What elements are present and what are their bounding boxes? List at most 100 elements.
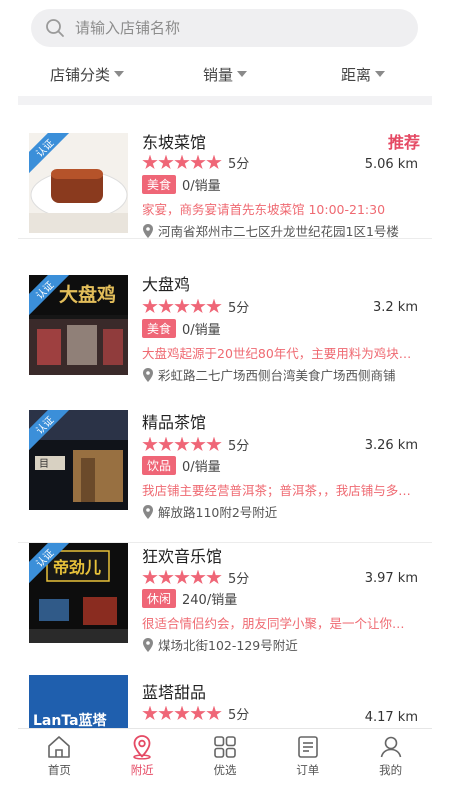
tag-row: 饮品 0/销量	[142, 456, 221, 475]
store-description: 我店铺主要经营普洱茶；普洱茶，，我店铺与多…	[142, 483, 411, 498]
tab-nearby[interactable]: 附近	[101, 729, 184, 783]
tag-row: 美食 0/销量	[142, 175, 221, 194]
store-address: 彩虹路二七广场西侧台湾美食广场西侧商铺	[142, 365, 414, 384]
star-icon	[206, 569, 222, 585]
chevron-down-icon	[237, 71, 247, 77]
store-distance: 3.26 km	[364, 438, 418, 453]
order-icon	[297, 736, 318, 758]
tab-nearby-label: 附近	[130, 763, 154, 777]
category-tag: 休闲	[142, 589, 177, 608]
sign-text: 大盘鸡	[59, 283, 116, 306]
location-pin-icon	[143, 504, 153, 519]
section-divider	[18, 96, 432, 105]
screen: 店铺分类 销量 距离 认证 东坡菜馆 推荐 5分 5.06 km	[18, 0, 432, 800]
filter-sales[interactable]: 销量	[156, 56, 294, 92]
rating-stars: 5分	[142, 435, 249, 454]
search-icon	[46, 19, 64, 37]
store-thumbnail: 认证	[29, 133, 128, 233]
location-pin-icon	[143, 637, 153, 652]
chevron-down-icon	[114, 71, 124, 77]
rating-score: 5分	[228, 708, 250, 723]
store-name: 狂欢音乐馆	[142, 547, 223, 566]
star-icon	[190, 154, 206, 170]
star-icon	[190, 436, 206, 452]
chevron-down-icon	[375, 71, 385, 77]
store-card[interactable]: LanTa蓝塔 蓝塔甜品 5分 4.17 km	[18, 675, 432, 728]
store-card[interactable]: 大盘鸡 认证 大盘鸡 5分 3.2 km 美食 0/销量 大盘鸡起源于20世纪8…	[18, 239, 432, 383]
sales-count: 0/销量	[182, 323, 221, 338]
star-icon	[206, 154, 222, 170]
star-icon	[158, 569, 174, 585]
sales-count: 240/销量	[182, 593, 238, 608]
star-icon	[142, 154, 158, 170]
star-icon	[174, 436, 190, 452]
star-icon	[206, 705, 222, 721]
category-tag: 美食	[142, 175, 177, 194]
store-name: 东坡菜馆	[142, 133, 207, 152]
tag-row: 休闲 240/销量	[142, 589, 237, 608]
store-list: 认证 东坡菜馆 推荐 5分 5.06 km 美食 0/销量 家宴，商务宴请首先东…	[18, 105, 432, 728]
filter-category[interactable]: 店铺分类	[18, 56, 156, 92]
search-input[interactable]	[75, 19, 395, 37]
store-card[interactable]: 认证 东坡菜馆 推荐 5分 5.06 km 美食 0/销量 家宴，商务宴请首先东…	[18, 105, 432, 239]
category-tag: 饮品	[142, 456, 177, 475]
tab-profile-label: 我的	[379, 763, 403, 777]
store-card[interactable]: 目 认证 精品茶馆 5分 3.26 km 饮品 0/销量 我店铺主要经营普洱茶；…	[18, 396, 432, 543]
home-icon	[48, 736, 71, 758]
tab-profile[interactable]: 我的	[349, 729, 432, 783]
location-icon	[133, 735, 151, 760]
star-icon	[190, 298, 206, 314]
store-thumbnail: 帝劲儿 认证	[29, 543, 128, 643]
sales-count: 0/销量	[182, 460, 221, 475]
recommend-badge: 推荐	[387, 133, 420, 152]
filter-distance[interactable]: 距离	[294, 56, 432, 92]
address-text: 彩虹路二七广场西侧台湾美食广场西侧商铺	[158, 368, 396, 383]
filter-distance-label: 距离	[340, 65, 371, 84]
store-address: 煤场北街102-129号附近	[142, 635, 414, 654]
rating-score: 5分	[228, 572, 250, 587]
store-thumbnail: 目 认证	[29, 410, 128, 510]
logo-text: LanTa蓝塔	[33, 712, 108, 728]
grid-icon	[214, 736, 236, 758]
rating-score: 5分	[228, 439, 250, 454]
store-address: 解放路110附2号附近	[142, 502, 414, 521]
star-icon	[174, 569, 190, 585]
star-icon	[158, 154, 174, 170]
home-indicator-area	[18, 783, 432, 800]
filter-category-label: 店铺分类	[49, 65, 110, 84]
address-text: 解放路110附2号附近	[158, 505, 278, 520]
tab-orders-label: 订单	[296, 763, 320, 777]
sales-count: 0/销量	[182, 179, 221, 194]
user-icon	[380, 736, 401, 758]
star-icon	[158, 705, 174, 721]
star-icon	[206, 436, 222, 452]
rating-score: 5分	[228, 301, 250, 316]
store-distance: 4.17 km	[364, 710, 418, 725]
store-name: 蓝塔甜品	[142, 683, 207, 702]
star-icon	[142, 436, 158, 452]
tab-home[interactable]: 首页	[18, 729, 101, 783]
star-icon	[142, 705, 158, 721]
star-icon	[206, 298, 222, 314]
store-name: 精品茶馆	[142, 413, 207, 432]
star-icon	[190, 569, 206, 585]
star-icon	[190, 705, 206, 721]
tag-row: 美食 0/销量	[142, 319, 221, 338]
star-icon	[174, 705, 190, 721]
search-bar[interactable]	[31, 9, 418, 47]
star-icon	[174, 154, 190, 170]
store-card[interactable]: 帝劲儿 认证 狂欢音乐馆 5分 3.97 km 休闲 240/销量 很适合情侣约…	[18, 543, 432, 677]
store-distance: 3.97 km	[364, 571, 418, 586]
rating-stars: 5分	[142, 704, 249, 723]
star-icon	[174, 298, 190, 314]
location-pin-icon	[143, 367, 153, 382]
store-distance: 3.2 km	[373, 300, 418, 315]
filter-sales-label: 销量	[202, 65, 233, 84]
store-description: 大盘鸡起源于20世纪80年代，主要用料为鸡块…	[142, 346, 412, 361]
tab-featured[interactable]: 优选	[184, 729, 267, 783]
tab-orders[interactable]: 订单	[266, 729, 349, 783]
star-icon	[158, 298, 174, 314]
store-thumbnail: LanTa蓝塔	[29, 675, 128, 728]
rating-stars: 5分	[142, 568, 249, 587]
store-description: 很适合情侣约会，朋友同学小聚，是一个让你…	[142, 616, 405, 631]
